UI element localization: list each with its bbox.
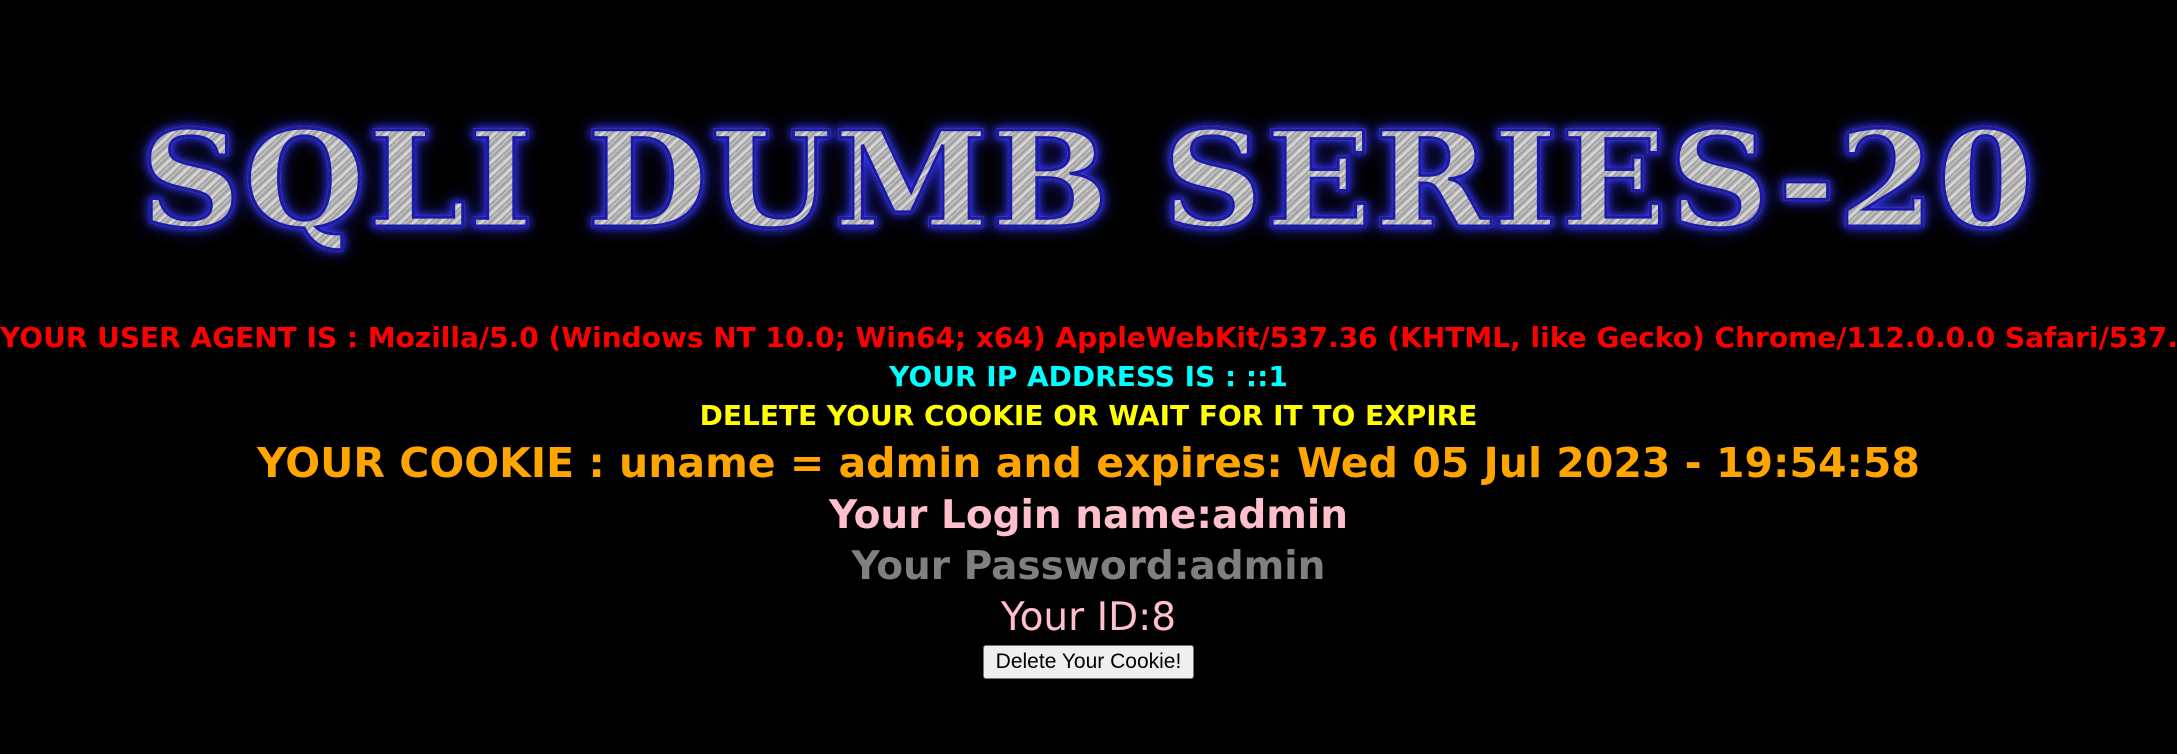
page-title-banner: SQLI DUMB SERIES-20 — [0, 85, 2177, 275]
delete-cookie-notice: DELETE YOUR COOKIE OR WAIT FOR IT TO EXP… — [699, 399, 1478, 432]
cookie-text: YOUR COOKIE : uname = admin and expires:… — [257, 439, 1920, 487]
delete-cookie-button[interactable]: Delete Your Cookie! — [982, 645, 1195, 679]
user-agent-text: YOUR USER AGENT IS : Mozilla/5.0 (Window… — [0, 321, 2177, 354]
password-text: Your Password:admin — [851, 544, 1326, 589]
session-info: YOUR USER AGENT IS : Mozilla/5.0 (Window… — [0, 318, 2177, 679]
login-name-text: Your Login name:admin — [828, 493, 1349, 538]
form-actions: Delete Your Cookie! — [0, 645, 2177, 679]
user-id-text: Your ID:8 — [1000, 595, 1177, 640]
page-title: SQLI DUMB SERIES-20 — [139, 101, 2037, 259]
ip-address-text: YOUR IP ADDRESS IS : ::1 — [889, 360, 1288, 393]
